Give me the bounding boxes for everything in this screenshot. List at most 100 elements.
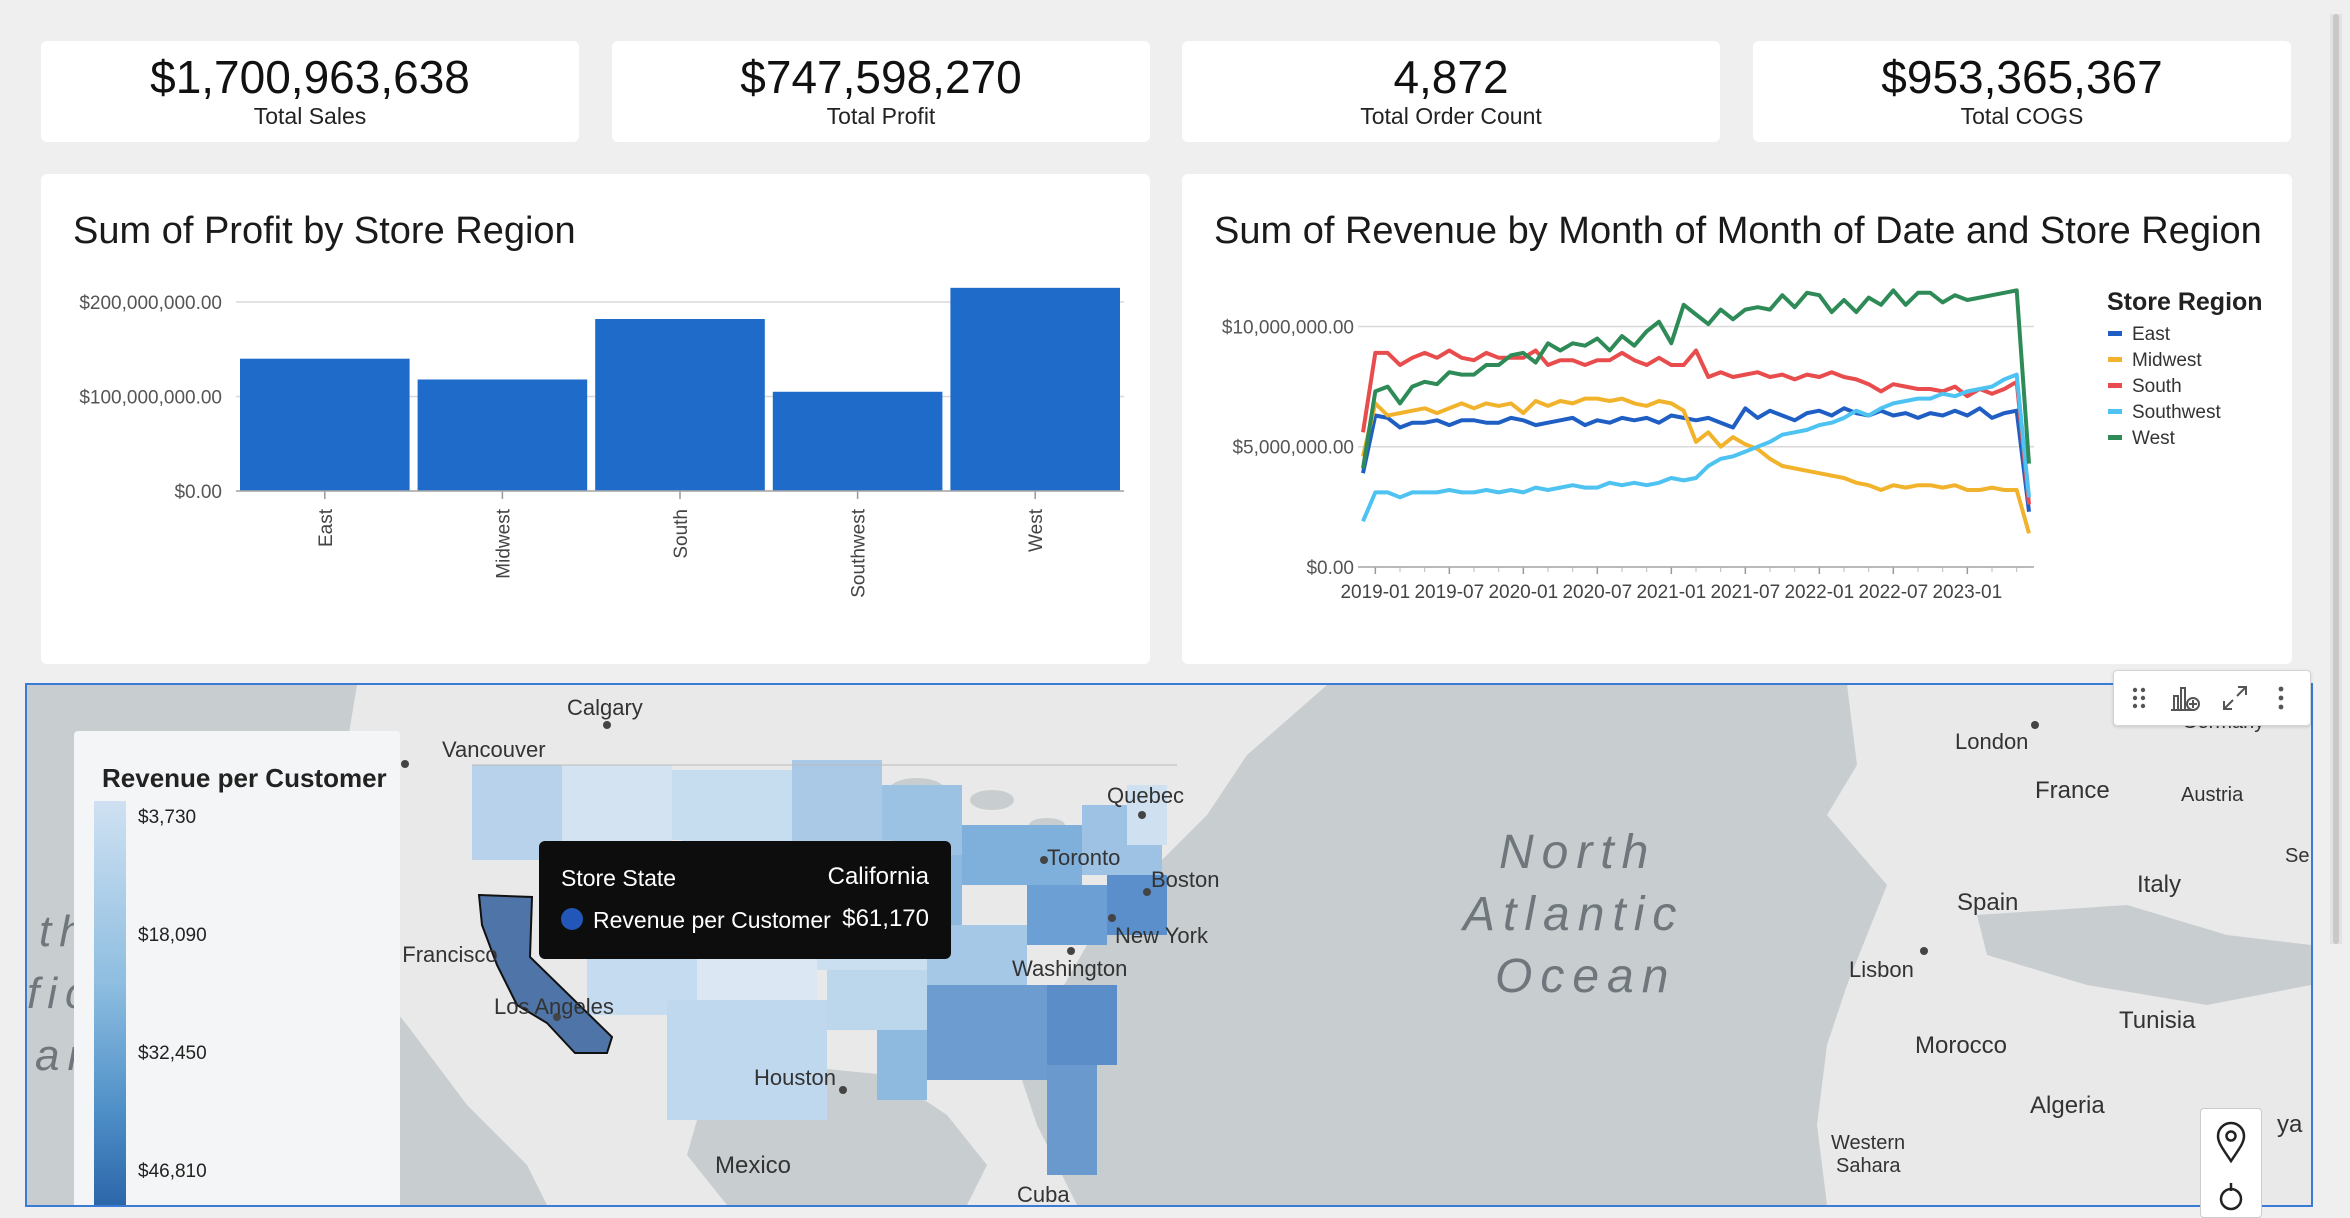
legend-label: $32,450 [138, 1043, 207, 1064]
bar [772, 391, 943, 491]
kpi-card-total-cogs[interactable]: $953,365,367 Total COGS [1753, 41, 2291, 142]
x-tick-label: Midwest [493, 508, 514, 578]
legend-item: Southwest [2132, 402, 2221, 423]
kpi-card-total-profit[interactable]: $747,598,270 Total Profit [612, 41, 1150, 142]
map-label: Cuba [1017, 1182, 1070, 1207]
y-tick-label: $200,000,000.00 [79, 293, 222, 314]
line-chart: $0.00$5,000,000.00$10,000,000.002019-01 2… [1222, 288, 2263, 603]
bar [417, 379, 588, 491]
x-tick-label: Southwest [849, 508, 870, 597]
line-chart-card[interactable]: Sum of Revenue by Month of Month of Date… [1182, 174, 2292, 664]
map-label: France [2035, 777, 2110, 804]
expand-icon[interactable] [2218, 681, 2252, 715]
x-tick-label: 2023-01 [1932, 582, 2002, 603]
legend-item: Midwest [2132, 350, 2202, 371]
legend-label: $3,730 [138, 807, 197, 828]
bar-chart: $0.00 $100,000,000.00 $200,000,000.00 East M… [79, 287, 1124, 598]
map-label: Austria [2181, 784, 2244, 806]
map-label: Toronto [1047, 845, 1121, 870]
legend-item: South [2132, 376, 2182, 397]
legend-title: Revenue per Customer [102, 763, 387, 793]
legend-swatch [2108, 357, 2122, 362]
map-label: Vancouver [442, 737, 546, 762]
tooltip-field-label: Store State [561, 865, 677, 891]
y-tick-label: $5,000,000.00 [1232, 438, 1354, 459]
map-label: Western [1831, 1132, 1906, 1154]
x-tick-label: 2021-01 [1636, 582, 1706, 603]
map-label: Houston [754, 1065, 836, 1090]
map-label-ocean: Ocean [1495, 950, 1677, 1003]
legend-label: $18,090 [138, 925, 207, 946]
map-label: Mexico [715, 1152, 792, 1179]
element-toolbar [2113, 670, 2311, 726]
map-label-ocean: North [1499, 826, 1657, 879]
bar-chart-card[interactable]: Sum of Profit by Store Region $0.00 $100,… [41, 174, 1150, 664]
series-line-southwest [1361, 372, 2031, 523]
map-card[interactable]: Calgary Vancouver Quebec Toronto Boston … [25, 683, 2313, 1207]
x-tick-label: 2022-07 [1858, 582, 1928, 603]
kpi-label: Total COGS [1960, 103, 2084, 129]
y-tick-label: $0.00 [174, 482, 222, 503]
tooltip-measure-label: Revenue per Customer [593, 907, 831, 933]
legend-label: $46,810 [138, 1161, 207, 1182]
drag-handle-icon[interactable] [2122, 681, 2156, 715]
x-tick-label: 2022-01 [1784, 582, 1854, 603]
map-label: London [1955, 729, 2029, 754]
legend-swatch [2108, 383, 2122, 388]
map-label: New York [1115, 923, 1208, 948]
y-tick-label: $10,000,000.00 [1222, 317, 1354, 338]
x-tick-label: East [316, 508, 337, 547]
legend-swatch [2108, 435, 2122, 440]
x-tick-label: 2020-01 [1488, 582, 1558, 603]
legend-gradient [94, 801, 126, 1205]
map-label: Sahara [1836, 1155, 1901, 1177]
map-label: Se [2285, 845, 2310, 867]
compass-icon[interactable] [2217, 1183, 2245, 1218]
kpi-card-total-order-count[interactable]: 4,872 Total Order Count [1182, 41, 1720, 142]
map-label: Morocco [1915, 1032, 2008, 1059]
more-options-icon[interactable] [2264, 681, 2298, 715]
legend-title: Store Region [2107, 288, 2263, 316]
map-label: Tunisia [2119, 1007, 2196, 1034]
map-label: Quebec [1107, 783, 1185, 808]
x-tick-label: South [671, 509, 692, 559]
tooltip-measure-value: $61,170 [842, 905, 929, 932]
kpi-value: 4,872 [1393, 51, 1509, 103]
map-label: Washington [1012, 956, 1128, 981]
map-label-ocean: Atlantic [1463, 888, 1685, 941]
map-label: Boston [1151, 867, 1220, 892]
map-label: Spain [1957, 889, 2019, 916]
page-scrollbar-thumb[interactable] [2333, 14, 2339, 944]
kpi-card-total-sales[interactable]: $1,700,963,638 Total Sales [41, 41, 579, 142]
kpi-label: Total Profit [826, 103, 936, 129]
x-tick-label: 2019-01 [1340, 582, 1410, 603]
map-legend: Revenue per Customer $3,730 $18,090 $32,… [74, 731, 400, 1205]
map-label: Los Angeles [494, 994, 614, 1019]
map-label: Italy [2137, 871, 2182, 898]
x-tick-label: 2019-07 [1414, 582, 1484, 603]
bar [240, 358, 410, 491]
y-tick-label: $0.00 [1306, 558, 1354, 579]
x-tick-label: 2021-07 [1710, 582, 1780, 603]
kpi-value: $1,700,963,638 [150, 51, 470, 103]
legend-swatch [2108, 409, 2122, 414]
legend-item: West [2132, 428, 2176, 449]
map-label: ya [2277, 1111, 2303, 1138]
tooltip-field-value: California [827, 863, 929, 890]
kpi-label: Total Order Count [1360, 103, 1542, 129]
map-label: Algeria [2030, 1092, 2105, 1119]
map-label: Calgary [567, 695, 643, 720]
legend-item: East [2132, 324, 2171, 345]
y-tick-label: $100,000,000.00 [79, 388, 222, 409]
bar [950, 287, 1120, 491]
map-tooltip: Store State California Revenue per Custo… [539, 841, 951, 959]
add-chart-icon[interactable] [2168, 681, 2202, 715]
kpi-label: Total Sales [253, 103, 367, 129]
kpi-value: $747,598,270 [740, 51, 1022, 103]
bar [595, 319, 765, 491]
tooltip-color-dot [561, 908, 583, 930]
kpi-value: $953,365,367 [1881, 51, 2163, 103]
legend-swatch [2108, 331, 2122, 336]
series-line-east [1361, 406, 2031, 512]
locate-pin-icon[interactable] [2213, 1121, 2249, 1170]
